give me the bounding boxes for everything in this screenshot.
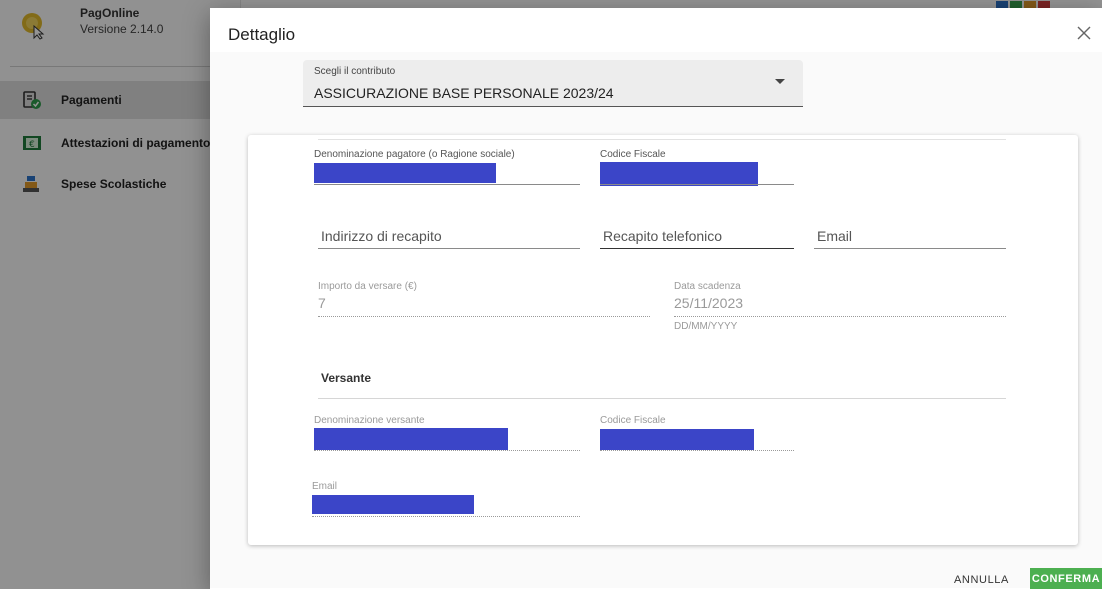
amount-value: 7: [318, 295, 326, 311]
contribution-select-value: ASSICURAZIONE BASE PERSONALE 2023/24: [314, 85, 614, 101]
versante-email-field: Email: [312, 481, 580, 517]
field-underline: [312, 516, 580, 517]
payer-tax-code-field[interactable]: Codice Fiscale: [600, 149, 794, 186]
versante-email-label: Email: [312, 481, 338, 492]
payer-name-label: Denominazione pagatore (o Ragione social…: [314, 149, 515, 160]
versante-tax-code-field: Codice Fiscale: [600, 415, 794, 451]
field-underline: [314, 450, 580, 451]
versante-name-label: Denominazione versante: [314, 415, 425, 426]
redacted-value: [600, 162, 758, 186]
contribution-select[interactable]: Scegli il contributo ASSICURAZIONE BASE …: [303, 60, 803, 107]
payer-tax-code-label: Codice Fiscale: [600, 149, 666, 160]
address-placeholder: Indirizzo di recapito: [321, 228, 442, 244]
redacted-value: [312, 495, 474, 514]
contribution-select-label: Scegli il contributo: [314, 66, 396, 77]
payment-form-card: Denominazione pagatore (o Ragione social…: [248, 135, 1078, 545]
email-placeholder: Email: [817, 228, 853, 244]
phone-placeholder: Recapito telefonico: [603, 228, 723, 244]
versante-tax-code-label: Codice Fiscale: [600, 415, 666, 426]
due-date-field: Data scadenza 25/11/2023: [674, 281, 1006, 317]
card-divider: [318, 139, 1006, 140]
amount-label: Importo da versare (€): [318, 281, 417, 292]
detail-dialog: Dettaglio Scegli il contributo ASSICURAZ…: [210, 8, 1102, 589]
due-date-label: Data scadenza: [674, 281, 741, 292]
redacted-value: [600, 429, 754, 450]
field-underline: [814, 248, 1006, 249]
phone-field[interactable]: Recapito telefonico: [600, 223, 794, 249]
redacted-value: [314, 163, 496, 183]
due-date-value: 25/11/2023: [674, 295, 744, 311]
field-underline: [318, 316, 650, 317]
field-underline: [314, 184, 580, 185]
confirm-button[interactable]: CONFERMA: [1030, 568, 1102, 589]
payer-name-field[interactable]: Denominazione pagatore (o Ragione social…: [314, 149, 580, 185]
address-field[interactable]: Indirizzo di recapito: [318, 223, 580, 249]
field-underline: [600, 450, 794, 451]
dialog-title: Dettaglio: [228, 25, 296, 44]
cancel-button[interactable]: ANNULLA: [954, 574, 1009, 586]
dropdown-arrow-icon: [775, 79, 785, 84]
field-underline: [318, 248, 580, 249]
close-icon[interactable]: [1074, 23, 1094, 43]
field-underline: [600, 184, 794, 185]
versante-section-title: Versante: [321, 371, 372, 385]
versante-divider: [318, 398, 1006, 399]
dialog-body: Scegli il contributo ASSICURAZIONE BASE …: [210, 52, 1102, 588]
redacted-value: [314, 428, 508, 450]
email-field[interactable]: Email: [814, 223, 1006, 249]
versante-name-field: Denominazione versante: [314, 415, 580, 451]
amount-field: Importo da versare (€) 7: [318, 281, 650, 317]
field-underline: [674, 316, 1006, 317]
field-underline: [600, 248, 794, 249]
due-date-format-hint: DD/MM/YYYY: [674, 321, 738, 332]
